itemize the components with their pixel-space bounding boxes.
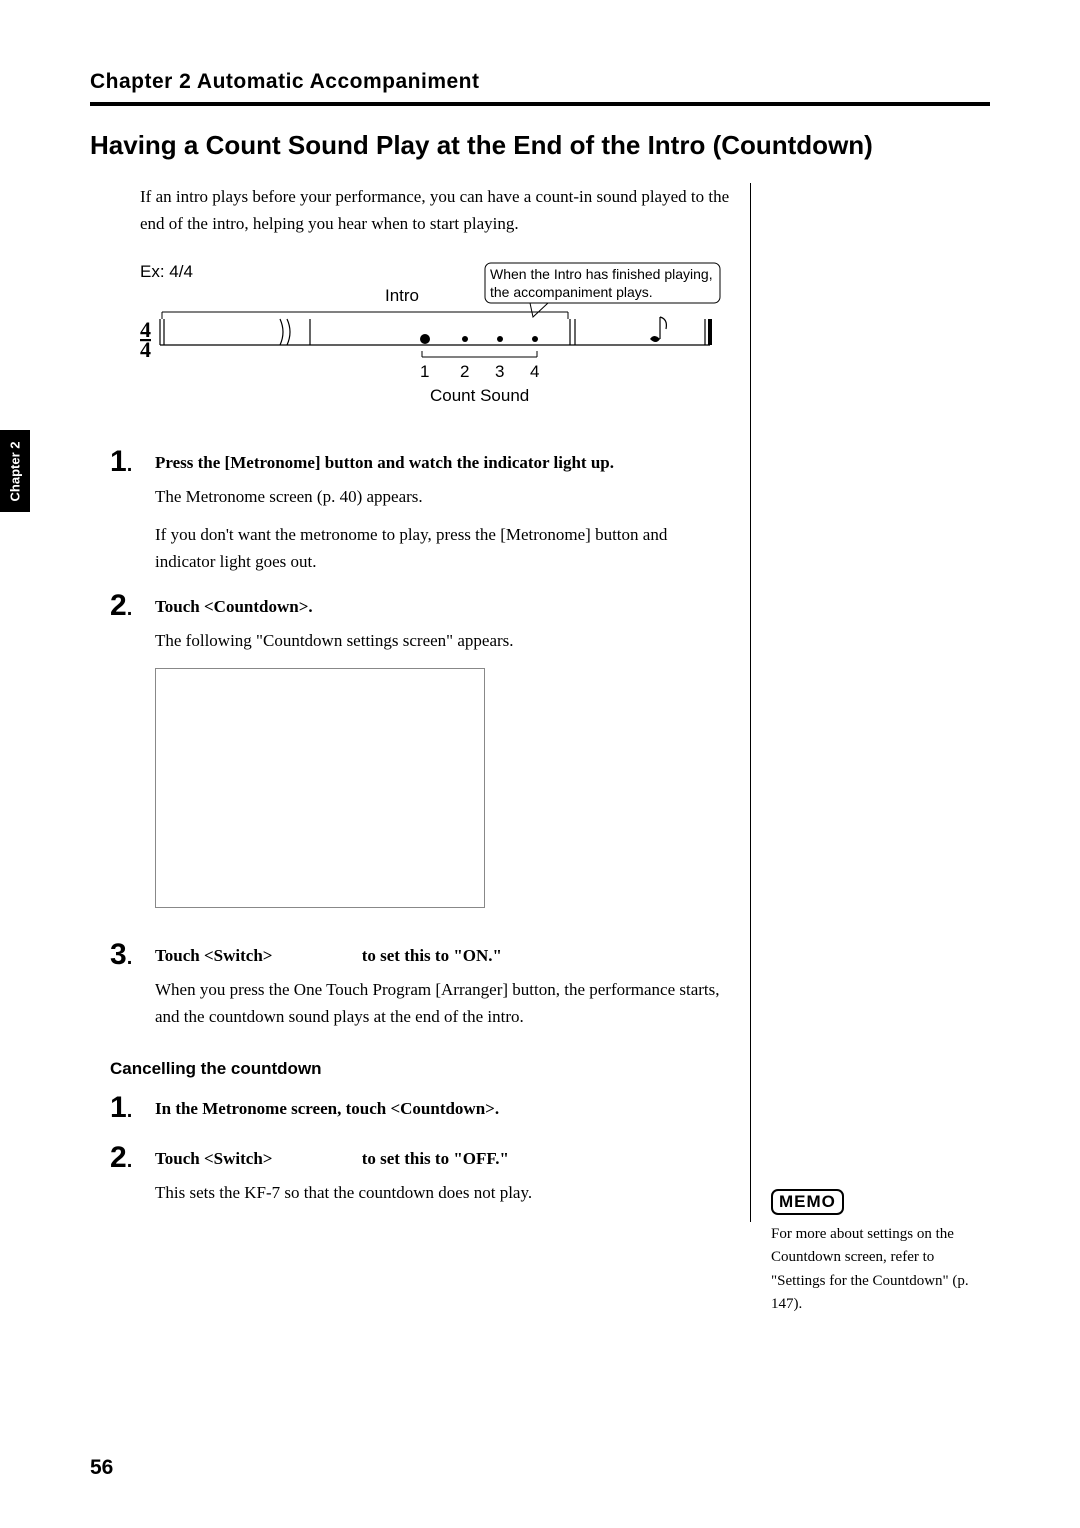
cancel-step-1-title: In the Metronome screen, touch <Countdow… — [155, 1099, 730, 1119]
cancel-step-number-1: 1. — [110, 1093, 155, 1129]
chapter-side-tab-label: Chapter 2 — [8, 441, 23, 501]
svg-text:4: 4 — [140, 337, 151, 362]
right-column: MEMO For more about settings on the Coun… — [750, 183, 990, 1222]
cancel-step-1: 1. In the Metronome screen, touch <Count… — [110, 1093, 730, 1129]
step-number-1: 1. — [110, 447, 155, 585]
step-1-text-1: The Metronome screen (p. 40) appears. — [155, 483, 730, 510]
callout-line2: the accompaniment plays. — [490, 284, 653, 300]
chapter-side-tab: Chapter 2 — [0, 430, 30, 512]
countdown-screen-placeholder — [155, 668, 485, 908]
countdown-diagram: Ex: 4/4 Intro When the Intro has finishe… — [140, 257, 730, 417]
cancel-step-2: 2. Touch <Switch> to set this to "OFF." … — [110, 1143, 730, 1216]
page-number: 56 — [90, 1456, 113, 1480]
intro-paragraph: If an intro plays before your performanc… — [140, 183, 730, 237]
step-3-text-1: When you press the One Touch Program [Ar… — [155, 976, 730, 1030]
cancel-step-2-text: This sets the KF-7 so that the countdown… — [155, 1179, 730, 1206]
cancel-heading: Cancelling the countdown — [110, 1059, 730, 1079]
svg-text:3: 3 — [495, 362, 504, 381]
svg-text:1: 1 — [420, 362, 429, 381]
step-2-text-1: The following "Countdown settings screen… — [155, 627, 730, 654]
cancel-step-number-2: 2. — [110, 1143, 155, 1216]
diagram-ex-label: Ex: 4/4 — [140, 262, 193, 281]
diagram-intro-label: Intro — [385, 286, 419, 305]
step-2: 2. Touch <Countdown>. The following "Cou… — [110, 591, 730, 934]
callout-line1: When the Intro has finished playing, — [490, 266, 713, 282]
svg-text:4: 4 — [530, 362, 539, 381]
step-2-title: Touch <Countdown>. — [155, 597, 730, 617]
chapter-header: Chapter 2 Automatic Accompaniment — [90, 70, 990, 94]
section-heading: Having a Count Sound Play at the End of … — [90, 128, 990, 163]
svg-text:2: 2 — [460, 362, 469, 381]
step-number-3: 3. — [110, 940, 155, 1040]
step-1-text-2: If you don't want the metronome to play,… — [155, 521, 730, 575]
count-sound-label: Count Sound — [430, 386, 529, 405]
step-3: 3. Touch <Switch> to set this to "ON." W… — [110, 940, 730, 1040]
step-3-title: Touch <Switch> to set this to "ON." — [155, 946, 730, 966]
memo-icon: MEMO — [771, 1189, 844, 1215]
step-1-title: Press the [Metronome] button and watch t… — [155, 453, 730, 473]
step-number-2: 2. — [110, 591, 155, 934]
memo-block: MEMO For more about settings on the Coun… — [771, 1189, 990, 1316]
cancel-step-2-title: Touch <Switch> to set this to "OFF." — [155, 1149, 730, 1169]
memo-text: For more about settings on the Countdown… — [771, 1223, 990, 1316]
step-1: 1. Press the [Metronome] button and watc… — [110, 447, 730, 585]
divider-line — [90, 102, 990, 106]
